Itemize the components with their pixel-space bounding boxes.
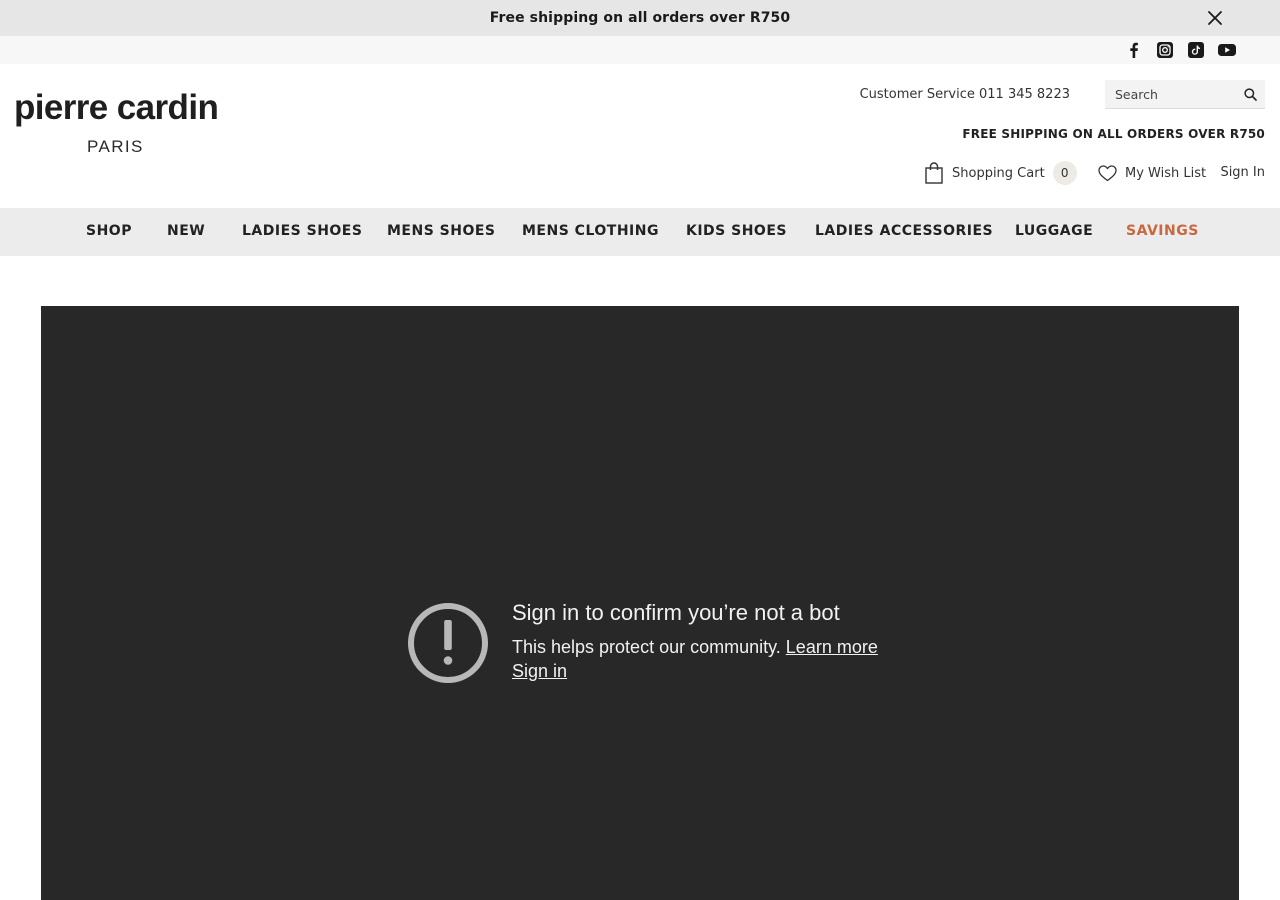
nav-item-ladies-shoes[interactable]: LADIES SHOES [242, 223, 362, 239]
shipping-note: FREE SHIPPING ON ALL ORDERS OVER R750 [962, 127, 1265, 141]
nav-item-new[interactable]: NEW [167, 223, 205, 239]
tiktok-icon[interactable] [1188, 42, 1204, 58]
search-box [1105, 80, 1265, 109]
nav-item-kids-shoes[interactable]: KIDS SHOES [686, 223, 787, 239]
alert-icon [408, 603, 488, 683]
nav-item-mens-clothing[interactable]: MENS CLOTHING [522, 223, 659, 239]
wishlist-label: My Wish List [1125, 165, 1207, 181]
nav-item-mens-shoes[interactable]: MENS SHOES [387, 223, 496, 239]
search-icon[interactable] [1244, 88, 1257, 101]
nav-item-shop[interactable]: SHOP [86, 223, 132, 239]
youtube-icon[interactable] [1218, 42, 1236, 58]
shopping-bag-icon [925, 162, 943, 184]
cart-count-badge: 0 [1052, 161, 1077, 185]
social-bar [0, 36, 1280, 64]
nav-item-ladies-accessories[interactable]: LADIES ACCESSORIES [815, 223, 993, 239]
nav-item-luggage[interactable]: LUGGAGE [1015, 223, 1093, 239]
logo[interactable]: pierre cardin PARIS [14, 88, 224, 160]
search-input[interactable] [1105, 80, 1239, 108]
video-embed[interactable]: Sign in to confirm you’re not a bot This… [41, 306, 1239, 900]
wishlist-link[interactable]: My Wish List [1098, 163, 1206, 183]
bot-check-message: This helps protect our community. Learn … [512, 637, 878, 658]
heart-icon [1098, 164, 1117, 181]
video-sign-in-link[interactable]: Sign in [512, 661, 567, 682]
nav-item-savings[interactable]: SAVINGS [1126, 223, 1199, 239]
customer-service-text: Customer Service 011 345 8223 [859, 87, 1070, 102]
shopping-cart-link[interactable]: Shopping Cart 0 [925, 160, 1077, 186]
cart-label: Shopping Cart [952, 165, 1045, 181]
logo-wordmark: pierre cardin [14, 88, 219, 127]
close-icon[interactable] [1206, 9, 1224, 27]
announcement-bar: Free shipping on all orders over R750 [0, 0, 1280, 36]
instagram-icon[interactable] [1157, 42, 1173, 58]
main-navigation: SHOP NEW LADIES SHOES MENS SHOES MENS CL… [0, 208, 1280, 256]
bot-check-title: Sign in to confirm you’re not a bot [512, 600, 840, 625]
sign-in-link[interactable]: Sign In [1220, 165, 1265, 180]
facebook-icon[interactable] [1126, 42, 1142, 58]
logo-subtitle: PARIS [87, 137, 144, 156]
bot-check-body: This helps protect our community. [512, 637, 781, 657]
learn-more-link[interactable]: Learn more [786, 637, 878, 657]
announcement-text: Free shipping on all orders over R750 [489, 10, 791, 26]
